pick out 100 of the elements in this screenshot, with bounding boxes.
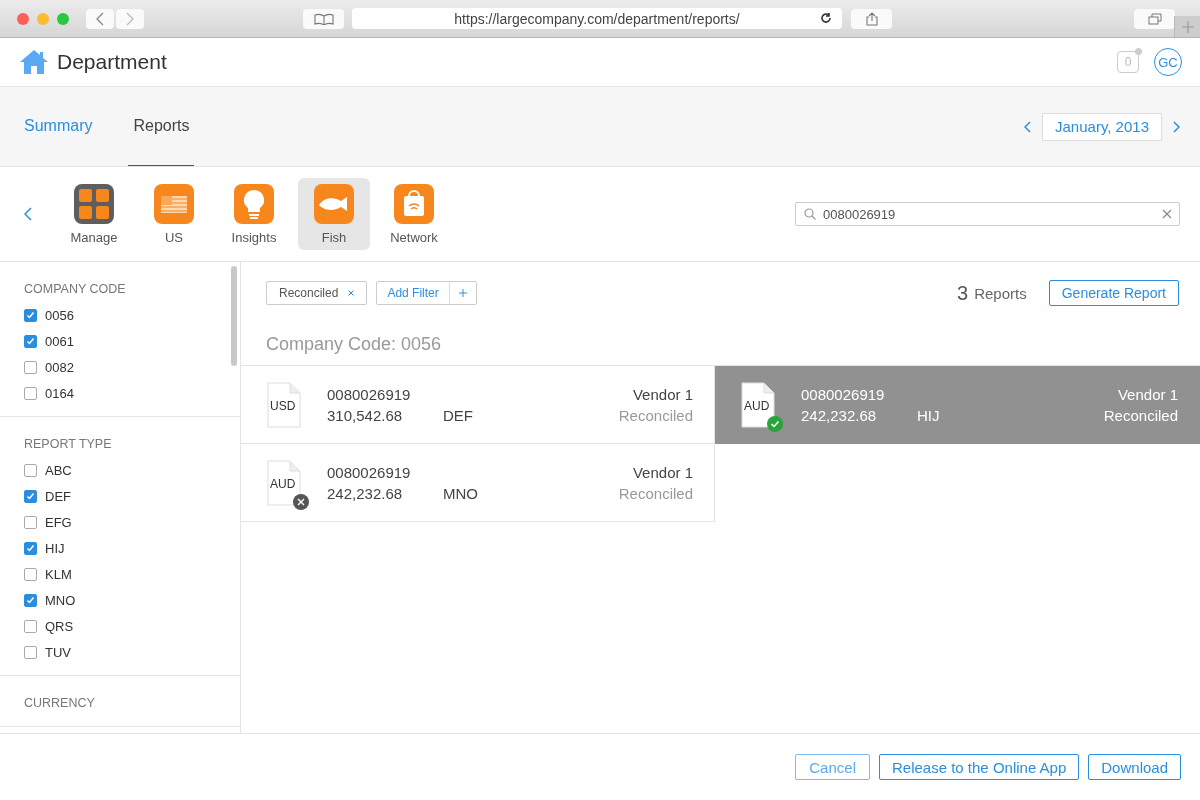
checkbox-label[interactable]: ABC <box>45 462 72 478</box>
flag-icon <box>154 183 194 224</box>
checkbox-label[interactable]: EFG <box>45 514 72 530</box>
report-number: 0080026919 <box>327 385 412 403</box>
checkbox-label[interactable]: KLM <box>45 566 72 582</box>
fish-icon <box>314 183 354 224</box>
checkbox-label[interactable]: 0164 <box>45 385 74 401</box>
checkbox[interactable] <box>24 334 37 348</box>
report-number: 0080026919 <box>327 463 412 481</box>
forward-button[interactable] <box>116 8 144 29</box>
back-icon <box>95 11 105 26</box>
new-tab-button[interactable] <box>1174 16 1200 37</box>
shopping-bag-icon <box>394 183 434 224</box>
zoom-icon[interactable] <box>57 12 69 25</box>
report-type: DEF <box>443 406 473 424</box>
remove-icon[interactable] <box>348 290 355 296</box>
report-count-label: Reports <box>974 284 1027 302</box>
filter-chip[interactable]: Reconciled <box>266 281 368 305</box>
nav-tab[interactable]: Reports <box>128 87 195 166</box>
checkbox-label[interactable]: 0082 <box>45 359 74 375</box>
home-icon[interactable] <box>19 49 49 75</box>
currency-label: AUD <box>744 398 770 413</box>
date-picker[interactable]: January, 2013 <box>1042 112 1162 141</box>
checkbox[interactable] <box>24 308 37 322</box>
checkmark-icon <box>26 491 35 501</box>
report-status: Reconciled <box>618 484 693 502</box>
checkbox[interactable] <box>24 645 37 659</box>
reload-icon[interactable] <box>820 12 832 24</box>
filter-heading: CURRENCY <box>24 696 96 710</box>
checkbox[interactable] <box>24 360 37 374</box>
light-bulb-icon <box>234 183 274 224</box>
checkmark-icon <box>26 310 35 320</box>
report-amount: 242,232.68 <box>327 484 404 502</box>
book-icon <box>313 12 334 25</box>
checkbox[interactable] <box>24 386 37 400</box>
back-button[interactable] <box>86 8 114 29</box>
vendor-name: Vendor 1 <box>632 385 693 403</box>
previous-month-icon[interactable] <box>1024 120 1033 133</box>
document-icon <box>741 381 775 428</box>
checkbox[interactable] <box>24 489 37 503</box>
report-type: MNO <box>443 484 478 502</box>
forward-icon <box>125 11 135 26</box>
checkmark-icon <box>26 336 35 346</box>
minimize-icon[interactable] <box>37 12 49 25</box>
report-status: Reconciled <box>618 406 693 424</box>
filter-heading: COMPANY CODE <box>24 282 127 296</box>
app-launcher[interactable]: Manage <box>58 178 130 250</box>
report-amount: 242,232.68 <box>801 406 878 424</box>
app-grid-icon <box>74 183 114 224</box>
footer-button[interactable]: Release to the Online App <box>879 754 1080 780</box>
share-icon <box>865 11 878 26</box>
report-card[interactable]: USD 0080026919 310,542.68 DEF Vendor 1 Reconciled <box>241 366 715 444</box>
checkbox[interactable] <box>24 593 37 607</box>
report-card[interactable]: AUD 0080026919 242,232.68 HIJ Vendor 1 Reconciled <box>715 366 1200 444</box>
checkbox[interactable] <box>24 463 37 477</box>
vendor-name: Vendor 1 <box>1117 385 1178 403</box>
clear-icon[interactable] <box>1162 209 1172 219</box>
close-icon[interactable] <box>17 12 29 25</box>
filter-heading: REPORT TYPE <box>24 437 113 451</box>
checkbox-label[interactable]: TUV <box>45 644 71 660</box>
app-launcher[interactable]: Insights <box>218 178 290 250</box>
app-launcher[interactable]: Network <box>378 178 450 250</box>
plus-icon[interactable] <box>458 289 467 297</box>
footer-button[interactable]: Download <box>1088 754 1181 780</box>
search-field[interactable]: 0080026919 <box>795 202 1180 226</box>
plus-icon <box>1181 20 1194 33</box>
add-filter-button[interactable]: Add Filter <box>376 281 477 305</box>
scrollbar-thumb[interactable] <box>231 266 237 366</box>
app-launcher[interactable]: US <box>138 178 210 250</box>
document-icon <box>267 381 301 428</box>
report-status: Reconciled <box>1103 406 1178 424</box>
next-month-icon[interactable] <box>1172 120 1180 133</box>
checkbox-label[interactable]: MNO <box>45 592 76 608</box>
search-icon <box>804 208 816 220</box>
generate-report-button[interactable]: Generate Report <box>1048 280 1179 306</box>
app-launcher[interactable]: Fish <box>298 178 370 250</box>
group-title: Company Code: 0056 <box>265 333 443 356</box>
report-number: 0080026919 <box>801 385 886 403</box>
checkbox-label[interactable]: DEF <box>45 488 71 504</box>
checkbox-label[interactable]: HIJ <box>45 540 65 556</box>
tabs-button[interactable] <box>1134 8 1175 29</box>
checkbox[interactable] <box>24 515 37 529</box>
checkbox[interactable] <box>24 541 37 555</box>
checkbox[interactable] <box>24 619 37 633</box>
checkbox-label[interactable]: QRS <box>45 618 74 634</box>
checkbox[interactable] <box>24 567 37 581</box>
share-button[interactable] <box>851 8 892 29</box>
document-icon <box>267 459 301 506</box>
address-bar[interactable]: https://largecompany.com/department/reports/ <box>352 8 842 29</box>
report-type: HIJ <box>917 406 940 424</box>
checkbox-label[interactable]: 0056 <box>45 307 74 323</box>
report-amount: 310,542.68 <box>327 406 404 424</box>
app-title: Department <box>57 50 167 74</box>
error-badge-icon <box>293 493 309 510</box>
bookmarks-button[interactable] <box>303 8 344 29</box>
checkbox-label[interactable]: 0061 <box>45 333 74 349</box>
tabs-icon <box>1147 12 1162 25</box>
report-card[interactable]: AUD 0080026919 242,232.68 MNO Vendor 1 Reconciled <box>241 444 715 522</box>
checkmark-icon <box>26 595 35 605</box>
report-count: 3 <box>957 281 969 305</box>
